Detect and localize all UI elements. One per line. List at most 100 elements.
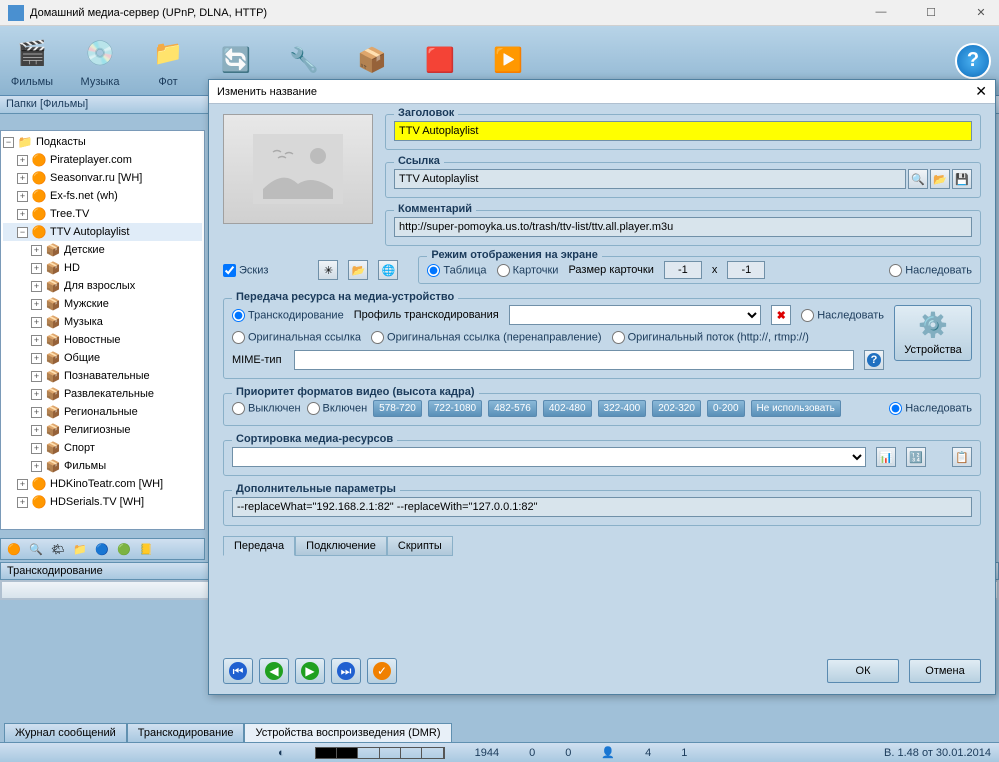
comment-input[interactable]: [394, 217, 972, 237]
tree-root[interactable]: Подкасты: [36, 136, 86, 148]
tree-item[interactable]: HDSerials.TV [WH]: [50, 496, 144, 508]
tab-connection[interactable]: Подключение: [295, 536, 387, 556]
nav-prev-button[interactable]: ◀: [259, 658, 289, 684]
height-range-6[interactable]: 0-200: [707, 400, 745, 417]
expand-icon[interactable]: +: [31, 263, 42, 274]
sort-btn-3[interactable]: 📋: [952, 447, 972, 467]
devices-button[interactable]: ⚙️ Устройства: [894, 305, 972, 361]
tree-child[interactable]: HD: [64, 262, 80, 274]
sort-select[interactable]: [232, 447, 866, 467]
tree-child[interactable]: Музыка: [64, 316, 103, 328]
tree-child[interactable]: Религиозные: [64, 424, 130, 436]
profile-select[interactable]: [509, 305, 762, 325]
radio-inherit-transfer[interactable]: Наследовать: [801, 309, 884, 322]
delete-profile-button[interactable]: ✖: [771, 305, 791, 325]
cancel-button[interactable]: Отмена: [909, 659, 981, 683]
minimize-button[interactable]: —: [871, 6, 891, 19]
expand-icon[interactable]: +: [17, 479, 28, 490]
tree-child[interactable]: Развлекательные: [64, 388, 154, 400]
tree-child[interactable]: Общие: [64, 352, 100, 364]
close-button[interactable]: ✕: [971, 6, 991, 19]
tool-btn-6[interactable]: 🟢: [115, 540, 133, 558]
tree-item[interactable]: HDKinoTeatr.com [WH]: [50, 478, 163, 490]
height-range-3[interactable]: 402-480: [543, 400, 592, 417]
radio-original-redirect[interactable]: Оригинальная ссылка (перенаправление): [371, 331, 602, 344]
help-button[interactable]: ?: [955, 43, 991, 79]
folder-tree[interactable]: −📁Подкасты +🟠Pirateplayer.com +🟠Seasonva…: [0, 130, 205, 530]
expand-icon[interactable]: +: [17, 155, 28, 166]
toolbar-item-7[interactable]: 🟥: [416, 41, 464, 81]
expand-icon[interactable]: +: [17, 173, 28, 184]
open-button[interactable]: 📂: [930, 169, 950, 189]
radio-original-stream[interactable]: Оригинальный поток (http://, rtmp://): [612, 331, 809, 344]
collapse-icon[interactable]: −: [17, 227, 28, 238]
nav-last-button[interactable]: ⏭: [331, 658, 361, 684]
expand-icon[interactable]: +: [31, 299, 42, 310]
expand-icon[interactable]: +: [31, 461, 42, 472]
link-input[interactable]: [394, 169, 906, 189]
height-range-4[interactable]: 322-400: [598, 400, 647, 417]
tree-child[interactable]: Познавательные: [64, 370, 150, 382]
tree-item[interactable]: Tree.TV: [50, 208, 89, 220]
tool-btn-5[interactable]: 🔵: [93, 540, 111, 558]
expand-icon[interactable]: +: [31, 317, 42, 328]
radio-cards[interactable]: Карточки: [497, 264, 559, 277]
expand-icon[interactable]: +: [17, 209, 28, 220]
expand-icon[interactable]: +: [31, 371, 42, 382]
radio-priority-off[interactable]: Выключен: [232, 402, 301, 415]
not-use-button[interactable]: Не использовать: [751, 400, 841, 417]
effect-btn-3[interactable]: 🌐: [378, 260, 398, 280]
nav-next-button[interactable]: ▶: [295, 658, 325, 684]
radio-priority-on[interactable]: Включен: [307, 402, 368, 415]
tree-item-selected[interactable]: −🟠TTV Autoplaylist: [3, 223, 202, 241]
mime-help-button[interactable]: ?: [864, 350, 884, 370]
radio-inherit-priority[interactable]: Наследовать: [889, 402, 972, 415]
sort-btn-2[interactable]: 🔢: [906, 447, 926, 467]
tree-child[interactable]: Детские: [64, 244, 105, 256]
tab-scripts[interactable]: Скрипты: [387, 536, 453, 556]
tool-btn-7[interactable]: 📒: [137, 540, 155, 558]
tab-dmr[interactable]: Устройства воспроизведения (DMR): [244, 723, 451, 742]
radio-table[interactable]: Таблица: [427, 264, 486, 277]
height-range-5[interactable]: 202-320: [652, 400, 701, 417]
tree-item[interactable]: Ex-fs.net (wh): [50, 190, 118, 202]
tree-child[interactable]: Спорт: [64, 442, 95, 454]
tab-transfer[interactable]: Передача: [223, 536, 295, 556]
tool-btn-1[interactable]: 🟠: [5, 540, 23, 558]
toolbar-item-6[interactable]: 📦: [348, 41, 396, 81]
maximize-button[interactable]: ☐: [921, 6, 941, 19]
expand-icon[interactable]: +: [31, 407, 42, 418]
toolbar-music[interactable]: 💿 Музыка: [76, 34, 124, 88]
toolbar-movies[interactable]: 🎬 Фильмы: [8, 34, 56, 88]
tab-transcoding[interactable]: Транскодирование: [127, 723, 245, 742]
nav-first-button[interactable]: ⏮: [223, 658, 253, 684]
radio-inherit-display[interactable]: Наследовать: [889, 264, 972, 277]
title-input[interactable]: [394, 121, 972, 141]
tool-btn-4[interactable]: 📁: [71, 540, 89, 558]
toolbar-item-4[interactable]: 🔄: [212, 41, 260, 81]
toolbar-item-8[interactable]: ▶️: [484, 41, 532, 81]
tree-item[interactable]: Pirateplayer.com: [50, 154, 132, 166]
expand-icon[interactable]: +: [31, 425, 42, 436]
effect-btn-1[interactable]: ✳: [318, 260, 338, 280]
radio-transcode[interactable]: Транскодирование: [232, 309, 344, 322]
card-height-input[interactable]: [727, 261, 765, 279]
toolbar-item-5[interactable]: 🔧: [280, 41, 328, 81]
thumbnail-checkbox[interactable]: Эскиз: [223, 264, 268, 277]
save-button[interactable]: 💾: [952, 169, 972, 189]
height-range-0[interactable]: 578-720: [373, 400, 422, 417]
sort-btn-1[interactable]: 📊: [876, 447, 896, 467]
expand-icon[interactable]: +: [17, 497, 28, 508]
expand-icon[interactable]: −: [3, 137, 14, 148]
tree-child[interactable]: Для взрослых: [64, 280, 135, 292]
radio-original-link[interactable]: Оригинальная ссылка: [232, 331, 361, 344]
expand-icon[interactable]: +: [31, 389, 42, 400]
tool-btn-2[interactable]: 🔍: [27, 540, 45, 558]
card-width-input[interactable]: [664, 261, 702, 279]
extra-params-input[interactable]: [232, 497, 972, 517]
expand-icon[interactable]: +: [31, 245, 42, 256]
tree-child[interactable]: Мужские: [64, 298, 109, 310]
expand-icon[interactable]: +: [31, 281, 42, 292]
tool-btn-3[interactable]: 🌤: [49, 540, 67, 558]
toolbar-photos[interactable]: 📁 Фот: [144, 34, 192, 88]
